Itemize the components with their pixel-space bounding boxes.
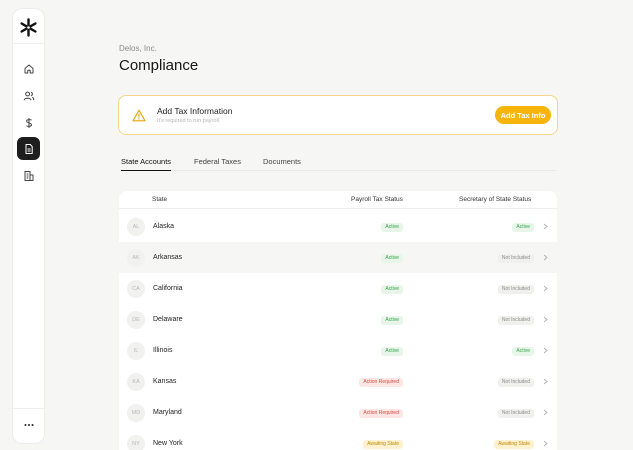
state-avatar: NY [127, 435, 145, 450]
state-avatar: DE [127, 311, 145, 329]
state-avatar: AK [127, 249, 145, 267]
payroll-status-badge: Action Required [359, 378, 403, 387]
state-avatar: MD [127, 404, 145, 422]
tab-federal-taxes[interactable]: Federal Taxes [194, 157, 241, 166]
table-row[interactable]: AK Arkansas Active Not Included [119, 242, 557, 273]
tab-state-accounts[interactable]: State Accounts [121, 157, 172, 171]
chevron-right-icon [543, 223, 548, 230]
sos-status-badge: Not Included [497, 378, 534, 387]
nav-people[interactable] [17, 84, 40, 107]
chevron-right-icon [543, 409, 548, 416]
state-name: New York [153, 440, 183, 447]
state-name: Maryland [153, 409, 182, 416]
table-row[interactable]: IL Illinois Active Active [119, 335, 557, 366]
state-name: Delaware [153, 316, 183, 323]
payroll-status-badge: Active [381, 347, 403, 356]
divider [13, 408, 44, 409]
nav-payroll[interactable] [17, 111, 40, 134]
state-name: Kansas [153, 378, 177, 385]
state-avatar: IL [127, 342, 145, 360]
table-row[interactable]: DE Delaware Active Not Included [119, 304, 557, 335]
sos-status-badge: Not Included [497, 409, 534, 418]
table-row[interactable]: AL Alaska Active Active [119, 211, 557, 242]
payroll-status-badge: Active [381, 285, 403, 294]
payroll-status-badge: Active [381, 316, 403, 325]
state-avatar: CA [127, 280, 145, 298]
tab-divider [121, 170, 556, 171]
header-payroll-status: Payroll Tax Status [351, 196, 403, 203]
chevron-right-icon [543, 347, 548, 354]
state-name: Illinois [153, 347, 173, 354]
dollar-icon [25, 117, 32, 128]
state-avatar: AL [127, 218, 145, 236]
sos-status-badge: Not Included [497, 316, 534, 325]
nav-home[interactable] [17, 57, 40, 80]
logo-icon [20, 18, 37, 37]
table-header: State Payroll Tax Status Secretary of St… [119, 191, 557, 209]
chevron-right-icon [543, 316, 548, 323]
payroll-status-badge: Active [381, 223, 403, 232]
people-icon [23, 91, 34, 100]
more-button[interactable] [17, 413, 40, 436]
state-avatar: KA [127, 373, 145, 391]
tax-info-alert: Add Tax Information It's required to run… [118, 95, 558, 135]
home-icon [24, 64, 33, 73]
state-name: Arkansas [153, 254, 183, 261]
tab-documents[interactable]: Documents [263, 157, 301, 166]
page-title: Compliance [119, 57, 199, 74]
chevron-right-icon [543, 378, 548, 385]
nav-company[interactable] [17, 164, 40, 187]
warning-icon [132, 109, 146, 122]
table-row[interactable]: CA California Active Not Included [119, 273, 557, 304]
sos-status-badge: Active [512, 223, 534, 232]
table-row[interactable]: MD Maryland Action Required Not Included [119, 397, 557, 428]
building-icon [24, 170, 33, 181]
header-sos-status: Secretary of State Status [459, 196, 532, 203]
chevron-right-icon [543, 440, 548, 447]
tab-bar: State Accounts Federal Taxes Documents [121, 155, 556, 171]
nav-compliance[interactable] [17, 137, 40, 160]
sos-status-badge: Awaiting State [494, 440, 534, 449]
alert-subtitle: It's required to run payroll [157, 118, 219, 124]
sos-status-badge: Not Included [497, 254, 534, 263]
payroll-status-badge: Active [381, 254, 403, 263]
state-name: Alaska [153, 223, 175, 230]
sidebar [13, 9, 44, 443]
add-tax-info-button[interactable]: Add Tax Info [495, 106, 551, 124]
sos-status-badge: Not Included [497, 285, 534, 294]
divider [13, 43, 44, 44]
state-accounts-table: State Payroll Tax Status Secretary of St… [119, 191, 557, 450]
company-name: Delos, Inc. [119, 44, 157, 53]
state-name: California [153, 285, 183, 292]
chevron-right-icon [543, 285, 548, 292]
table-row[interactable]: KA Kansas Action Required Not Included [119, 366, 557, 397]
header-state: State [152, 196, 168, 203]
document-icon [25, 143, 33, 154]
payroll-status-badge: Awaiting State [363, 440, 403, 449]
payroll-status-badge: Action Required [359, 409, 403, 418]
sos-status-badge: Active [512, 347, 534, 356]
table-row[interactable]: NY New York Awaiting State Awaiting State [119, 428, 557, 450]
alert-title: Add Tax Information [157, 106, 233, 116]
more-icon [24, 423, 33, 426]
chevron-right-icon [543, 254, 548, 261]
